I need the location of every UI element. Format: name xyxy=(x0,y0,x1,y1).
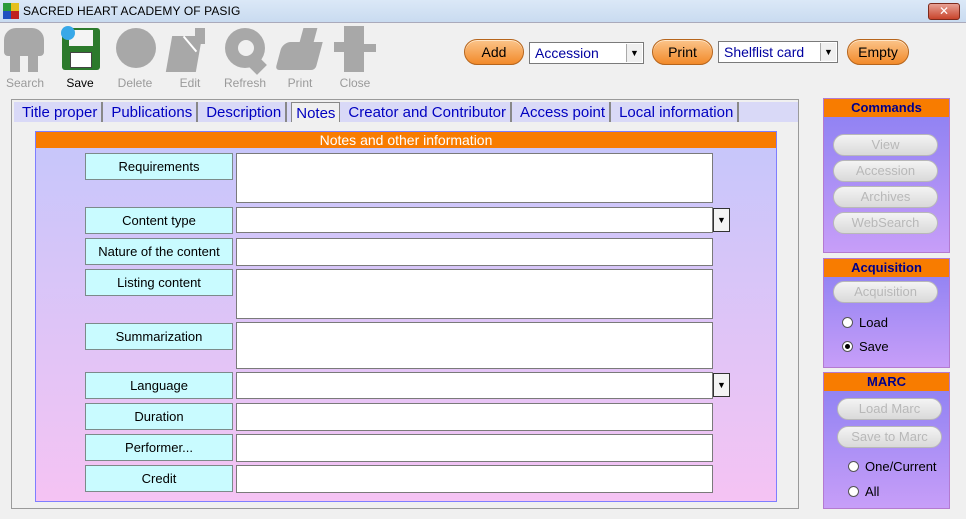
credit-label: Credit xyxy=(85,465,233,492)
load-radio[interactable]: Load xyxy=(842,315,888,330)
edit-button[interactable]: Edit xyxy=(165,24,215,90)
archives-button[interactable]: Archives xyxy=(833,186,938,208)
tab-bar: Title proper Publications Description No… xyxy=(14,102,798,122)
all-radio-label: All xyxy=(865,484,880,499)
form-header: Notes and other information xyxy=(36,132,776,148)
print-card-button[interactable]: Print xyxy=(652,39,713,65)
search-icon xyxy=(0,24,50,76)
requirements-field[interactable] xyxy=(236,153,713,203)
radio-checked-icon xyxy=(842,341,853,352)
refresh-icon xyxy=(220,24,270,76)
print-type-select[interactable]: Shelflist card ▼ xyxy=(718,41,838,63)
radio-icon xyxy=(842,317,853,328)
duration-field[interactable] xyxy=(236,403,713,431)
chevron-down-icon[interactable]: ▼ xyxy=(820,43,836,61)
print-label: Print xyxy=(287,76,313,90)
add-type-select[interactable]: Accession ▼ xyxy=(529,42,644,64)
load-marc-button[interactable]: Load Marc xyxy=(837,398,942,420)
content-type-select[interactable] xyxy=(236,207,713,233)
tab-notes[interactable]: Notes xyxy=(291,102,341,122)
radio-icon xyxy=(848,461,859,472)
notes-form: Notes and other information Requirements… xyxy=(35,131,777,502)
print-icon xyxy=(275,24,325,76)
tab-publications[interactable]: Publications xyxy=(107,102,199,122)
chevron-down-icon[interactable]: ▼ xyxy=(626,44,642,62)
delete-button[interactable]: Delete xyxy=(110,24,160,90)
save-to-marc-button[interactable]: Save to Marc xyxy=(837,426,942,448)
performer-label: Performer... xyxy=(85,434,233,461)
close-icon xyxy=(330,24,380,76)
credit-field[interactable] xyxy=(236,465,713,493)
add-button[interactable]: Add xyxy=(464,39,524,65)
search-button[interactable]: Search xyxy=(0,24,50,90)
window-close-button[interactable]: ✕ xyxy=(928,3,960,20)
close-label: Close xyxy=(339,76,371,90)
listing-content-field[interactable] xyxy=(236,269,713,319)
print-button[interactable]: Print xyxy=(275,24,325,90)
tab-local-information[interactable]: Local information xyxy=(615,102,740,122)
tab-access-point[interactable]: Access point xyxy=(516,102,612,122)
acquisition-button[interactable]: Acquisition xyxy=(833,281,938,303)
save-radio[interactable]: Save xyxy=(842,339,889,354)
chevron-down-icon[interactable]: ▼ xyxy=(713,373,730,397)
marc-title: MARC xyxy=(824,373,949,391)
refresh-button[interactable]: Refresh xyxy=(220,24,270,90)
edit-label: Edit xyxy=(179,76,201,90)
save-radio-label: Save xyxy=(859,339,889,354)
commands-panel: Commands View Accession Archives WebSear… xyxy=(823,98,950,253)
toolbar: Search Save Delete Edit Refresh Print Cl… xyxy=(0,24,460,94)
language-label: Language xyxy=(85,372,233,399)
performer-field[interactable] xyxy=(236,434,713,462)
save-button[interactable]: Save xyxy=(55,24,105,90)
duration-label: Duration xyxy=(85,403,233,430)
empty-button[interactable]: Empty xyxy=(847,39,909,65)
all-radio[interactable]: All xyxy=(848,484,879,499)
nature-of-content-field[interactable] xyxy=(236,238,713,266)
print-type-value: Shelflist card xyxy=(724,44,805,60)
one-current-radio-label: One/Current xyxy=(865,459,937,474)
content-type-label: Content type xyxy=(85,207,233,234)
load-radio-label: Load xyxy=(859,315,888,330)
search-label: Search xyxy=(5,76,45,90)
close-button[interactable]: Close xyxy=(330,24,380,90)
marc-panel: MARC Load Marc Save to Marc One/Current … xyxy=(823,372,950,509)
radio-icon xyxy=(848,486,859,497)
commands-title: Commands xyxy=(824,99,949,117)
app-icon xyxy=(3,3,19,19)
edit-icon xyxy=(165,24,215,76)
save-icon xyxy=(55,24,105,76)
add-type-value: Accession xyxy=(535,45,599,61)
view-button[interactable]: View xyxy=(833,134,938,156)
delete-icon xyxy=(110,24,160,76)
title-bar: SACRED HEART ACADEMY OF PASIG ✕ xyxy=(0,0,966,23)
acquisition-title: Acquisition xyxy=(824,259,949,277)
summarization-field[interactable] xyxy=(236,322,713,369)
language-select[interactable] xyxy=(236,372,713,399)
one-current-radio[interactable]: One/Current xyxy=(848,459,937,474)
tab-description[interactable]: Description xyxy=(202,102,288,122)
refresh-label: Refresh xyxy=(223,76,267,90)
save-label: Save xyxy=(66,76,94,90)
summarization-label: Summarization xyxy=(85,323,233,350)
acquisition-panel: Acquisition Acquisition Load Save xyxy=(823,258,950,368)
requirements-label: Requirements xyxy=(85,153,233,180)
tab-title-proper[interactable]: Title proper xyxy=(18,102,104,122)
accession-button[interactable]: Accession xyxy=(833,160,938,182)
chevron-down-icon[interactable]: ▼ xyxy=(713,208,730,232)
listing-content-label: Listing content xyxy=(85,269,233,296)
delete-label: Delete xyxy=(117,76,153,90)
window-title: SACRED HEART ACADEMY OF PASIG xyxy=(23,4,241,18)
tab-creator-and-contributor[interactable]: Creator and Contributor xyxy=(344,102,513,122)
nature-of-content-label: Nature of the content xyxy=(85,238,233,265)
websearch-button[interactable]: WebSearch xyxy=(833,212,938,234)
